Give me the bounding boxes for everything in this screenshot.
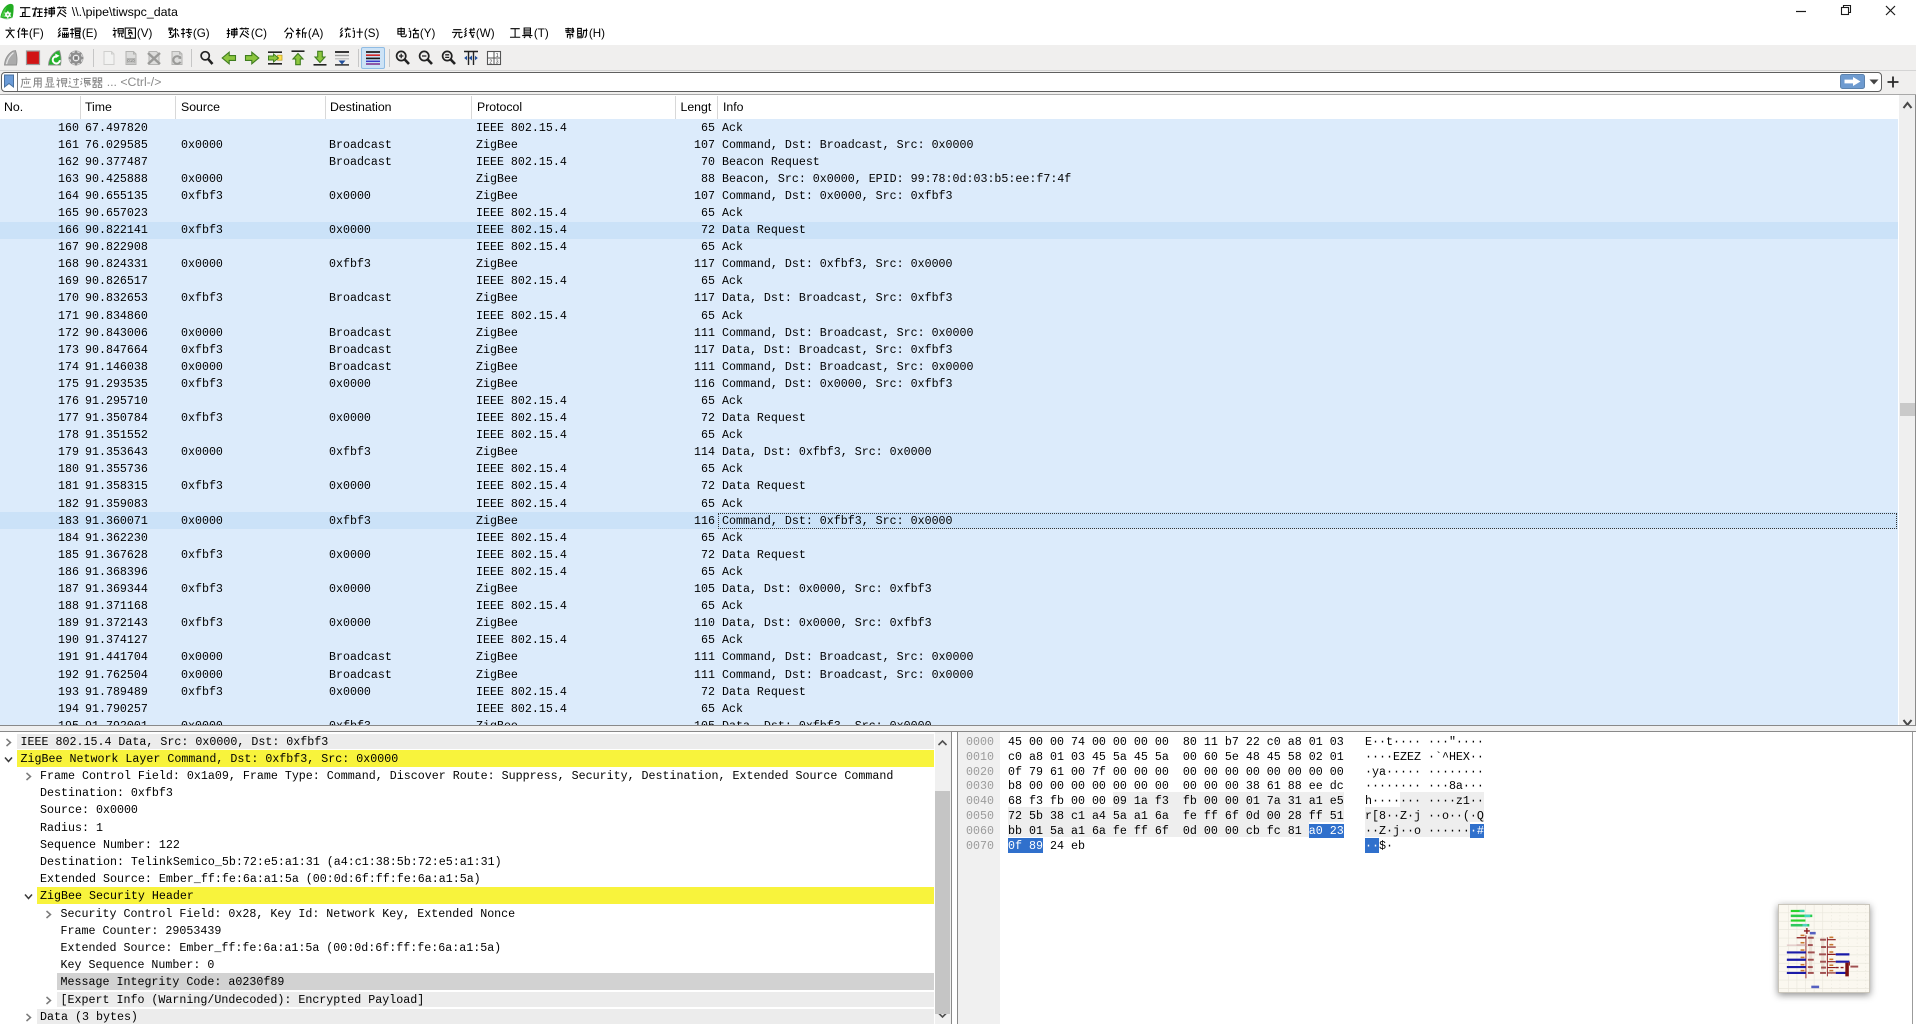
svg-text:010: 010	[128, 58, 136, 63]
svg-text:1: 1	[496, 53, 499, 59]
svg-text:2: 2	[489, 59, 492, 65]
svg-text:3: 3	[496, 59, 499, 65]
